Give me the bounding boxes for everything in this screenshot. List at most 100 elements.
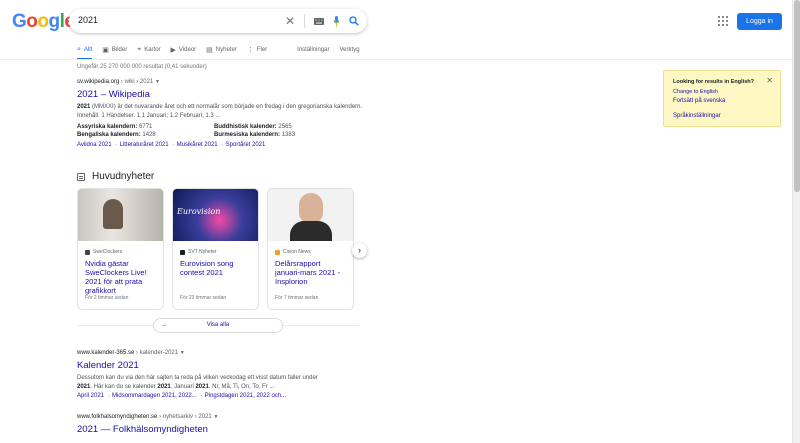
news-title[interactable]: Delårsrapport januari-mars 2021 - Insplo… (275, 259, 347, 286)
tab-videos[interactable]: ▶ Videor (171, 44, 197, 56)
microphone-icon[interactable] (333, 15, 340, 27)
news-source: SweClockers (85, 249, 163, 255)
source-name: SweClockers (93, 249, 123, 255)
result-title[interactable]: 2021 – Wikipedia (77, 89, 367, 100)
news-card[interactable]: SweClockers Nvidia gästar SweClockers Li… (77, 188, 164, 310)
result-site: www.kalender-365.se (77, 350, 135, 356)
tab-label: Nyheter (215, 47, 237, 53)
logo-letter: G (12, 11, 27, 32)
logo-letter: g (48, 11, 61, 32)
language-question: Looking for results in English? (673, 79, 754, 85)
newspaper-icon (77, 172, 85, 181)
search-input[interactable]: 2021 (78, 15, 98, 25)
scrollbar[interactable] (792, 0, 800, 443)
result-title[interactable]: Kalender 2021 (77, 360, 367, 371)
tab-maps[interactable]: ⌖ Kartor (137, 44, 160, 56)
tab-all[interactable]: ⌕ Allt (77, 44, 93, 60)
news-thumbnail (268, 189, 353, 241)
source-favicon-icon (85, 249, 90, 255)
news-card[interactable]: Cision News Delårsrapport januari-mars 2… (267, 188, 354, 310)
news-source: Cision News (275, 249, 353, 255)
tab-label: Allt (83, 47, 93, 53)
search-box-icons: ✕ (285, 13, 359, 29)
sitelink[interactable]: Avlidna 2021 (77, 142, 112, 148)
news-card[interactable]: SVT Nyheter Eurovision song contest 2021… (172, 188, 259, 310)
snippet-text: . Nr, Må, Ti, On, To, Fr ... (208, 384, 275, 390)
sitelink[interactable]: Litteraturåret 2021 (120, 142, 169, 148)
menu-caret-icon[interactable]: ▼ (155, 79, 160, 85)
tab-news[interactable]: ▤ Nyheter (206, 44, 237, 56)
sitelink[interactable]: Musikåret 2021 (177, 142, 218, 148)
carousel-next-button[interactable]: › (352, 243, 367, 258)
see-all-label: Visa alla (206, 322, 230, 328)
tab-label: Videor (178, 47, 197, 53)
news-title[interactable]: Eurovision song contest 2021 (180, 259, 252, 277)
search-divider (304, 14, 305, 28)
snippet-bold: 2021 (157, 384, 171, 390)
chevron-right-icon: › (358, 245, 361, 255)
top-stories-title: Huvudnyheter (92, 171, 155, 182)
tab-label: Bilder (111, 47, 128, 53)
tab-label: Verktyg (339, 47, 360, 53)
search-result: www.kalender-365.se › kalender-2021 ▼ Ka… (77, 350, 367, 399)
tab-label: Inställningar (297, 47, 330, 53)
sitelink[interactable]: Midsommardagen 2021, 2022... (112, 393, 197, 399)
result-facts: Assyriska kalendern: 6771 Buddhistisk ka… (77, 124, 367, 138)
search-results-page: Google 2021 ✕ Logga in ⌕Allt ▣Bilder ⌖Ka… (0, 0, 800, 443)
language-suggestion-box: Looking for results in English? ✕ Change… (663, 70, 781, 127)
result-path: › nyhetsarkiv › 2021 (159, 414, 212, 420)
tab-settings[interactable]: Inställningar (297, 44, 329, 56)
fact-item: Buddhistisk kalender: 2565 (214, 124, 364, 130)
keyboard-icon[interactable] (314, 17, 324, 25)
clear-icon[interactable]: ✕ (285, 13, 295, 29)
result-url[interactable]: www.folkhalsomyndigheten.se › nyhetsarki… (77, 414, 367, 420)
news-thumbnail (78, 189, 163, 241)
snippet-bold: 2021 (77, 384, 91, 390)
fact-value: 1383 (281, 132, 296, 138)
google-logo[interactable]: Google (12, 11, 75, 33)
news-title[interactable]: Nvidia gästar SweClockers Live! 2021 för… (85, 259, 157, 295)
result-path: › wiki › 2021 (120, 79, 154, 85)
search-box[interactable]: 2021 ✕ (69, 9, 367, 33)
sitelink[interactable]: Sportåret 2021 (226, 142, 266, 148)
snippet-text: (MMXXI) är det nuvarande året och ett no… (77, 104, 363, 119)
continue-swedish-link[interactable]: Fortsätt på svenska (673, 98, 725, 104)
result-snippet: Dessutom kan du via den här sajten ta re… (77, 374, 367, 392)
news-carousel: SweClockers Nvidia gästar SweClockers Li… (77, 188, 354, 310)
menu-caret-icon[interactable]: ▼ (213, 414, 218, 420)
search-result: www.folkhalsomyndigheten.se › nyhetsarki… (77, 414, 367, 435)
video-icon: ▶ (170, 47, 176, 54)
fact-item: Burmesiska kalendern: 1383 (214, 132, 364, 138)
search-icon[interactable] (349, 16, 359, 26)
fact-label: Assyriska kalendern: (77, 124, 138, 130)
change-to-english-link[interactable]: Change to English (673, 89, 718, 95)
sitelink[interactable]: Pingstdagen 2021, 2022 och... (205, 393, 286, 399)
fact-value: 6771 (139, 124, 153, 130)
result-url[interactable]: sv.wikipedia.org › wiki › 2021 ▼ (77, 79, 367, 85)
header-divider (0, 59, 800, 60)
menu-caret-icon[interactable]: ▼ (180, 350, 185, 356)
snippet-text: Dessutom kan du via den här sajten ta re… (77, 375, 318, 381)
tab-images[interactable]: ▣ Bilder (102, 44, 127, 56)
language-settings-link[interactable]: Språkinställningar (673, 113, 721, 119)
see-all-button[interactable]: → Visa alla (153, 318, 283, 333)
source-name: Cision News (283, 249, 311, 255)
google-apps-icon[interactable] (718, 16, 728, 26)
close-icon[interactable]: ✕ (766, 76, 773, 85)
snippet-bold: 2021 (195, 384, 209, 390)
result-site: www.folkhalsomyndigheten.se (77, 414, 158, 420)
result-title[interactable]: 2021 — Folkhälsomyndigheten (77, 424, 367, 435)
tab-tools[interactable]: Verktyg (340, 44, 360, 56)
login-button[interactable]: Logga in (737, 13, 782, 30)
tab-more[interactable]: ⋮ Fler (247, 44, 267, 56)
fact-item: Bengaliska kalendern: 1428 (77, 132, 214, 138)
result-url[interactable]: www.kalender-365.se › kalender-2021 ▼ (77, 350, 367, 356)
news-icon: ▤ (206, 47, 213, 54)
fact-label: Bengaliska kalendern: (77, 132, 141, 138)
arrow-right-icon: → (161, 322, 167, 328)
more-icon: ⋮ (246, 47, 254, 54)
search-result: sv.wikipedia.org › wiki › 2021 ▼ 2021 – … (77, 79, 367, 148)
sitelink[interactable]: April 2021 (77, 393, 104, 399)
fact-item: Assyriska kalendern: 6771 (77, 124, 214, 130)
scrollbar-thumb[interactable] (794, 0, 800, 192)
